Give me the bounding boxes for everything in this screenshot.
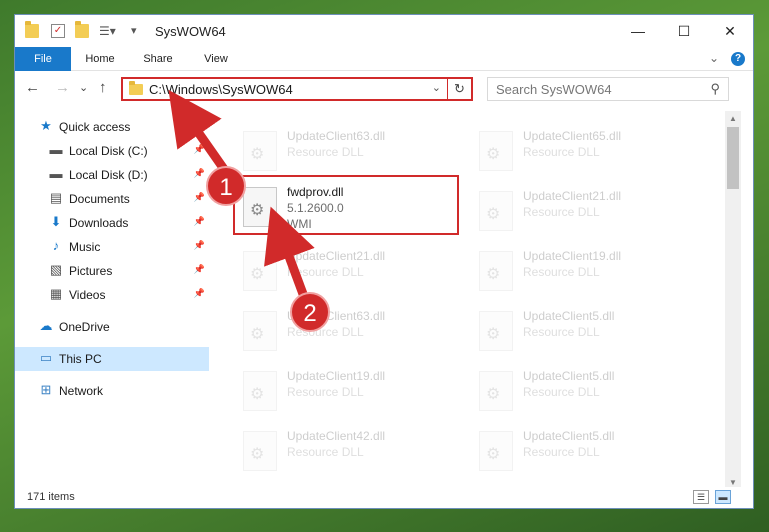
arrow-to-file	[264, 206, 315, 296]
step-one-marker: 1	[206, 166, 246, 206]
arrow-to-address-bar	[168, 89, 230, 175]
annotation-arrows	[168, 89, 315, 296]
step-two-marker: 2	[290, 292, 330, 332]
